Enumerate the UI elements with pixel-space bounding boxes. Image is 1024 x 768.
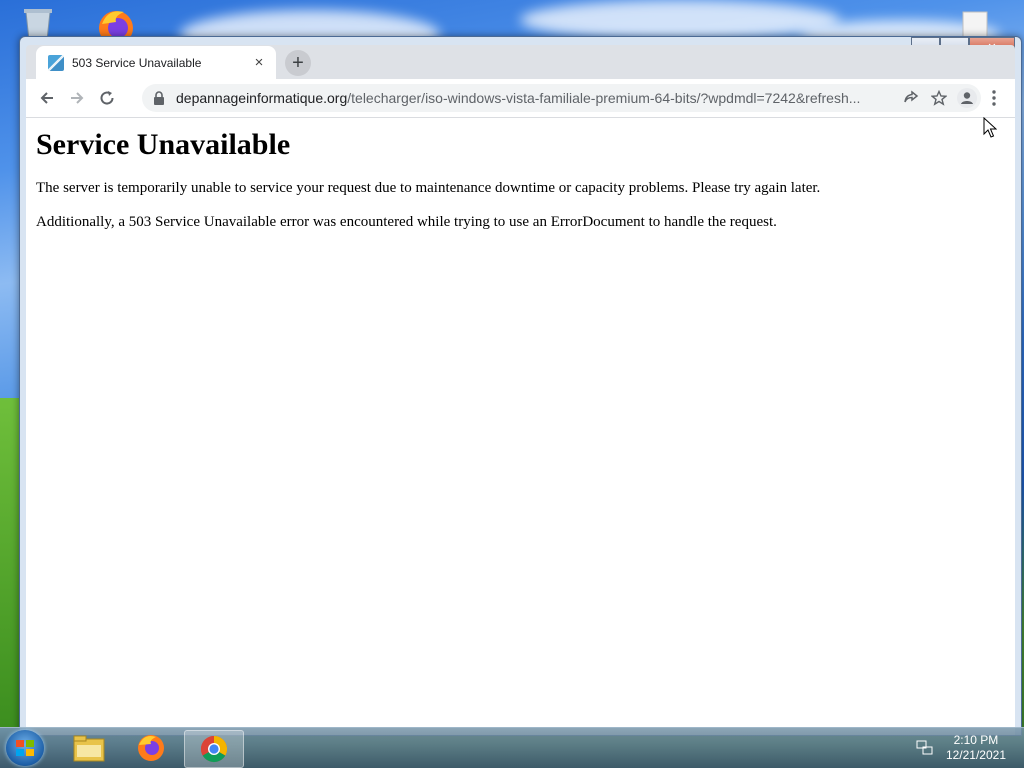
star-icon[interactable]	[925, 84, 953, 112]
profile-icon[interactable]	[953, 84, 981, 112]
error-paragraph-2: Additionally, a 503 Service Unavailable …	[36, 214, 777, 230]
clock-date: 12/21/2021	[945, 748, 1006, 762]
windows-logo-icon	[16, 740, 34, 756]
folder-icon	[73, 735, 105, 762]
taskbar-file-explorer[interactable]	[60, 730, 118, 766]
page-content: Service Unavailable The server is tempor…	[26, 118, 1015, 735]
clock-time: 2:10 PM	[953, 733, 999, 747]
browser-toolbar: depannageinformatique.org/telecharger/is…	[26, 79, 1015, 118]
tab-active[interactable]: 503 Service Unavailable ×	[36, 46, 276, 79]
url-text[interactable]: depannageinformatique.org/telecharger/is…	[176, 90, 897, 106]
taskbar: 2:10 PM 12/21/2021	[0, 727, 1024, 768]
favicon-icon	[48, 54, 64, 71]
mouse-cursor-icon	[983, 116, 998, 144]
menu-icon	[992, 90, 996, 106]
start-button[interactable]	[6, 730, 44, 766]
tab-close-icon[interactable]: ×	[250, 54, 268, 72]
tab-strip: 503 Service Unavailable × +	[26, 45, 1015, 79]
taskbar-chrome[interactable]	[184, 730, 244, 768]
chrome-icon	[200, 735, 228, 763]
clock[interactable]: 2:10 PM 12/21/2021	[946, 733, 1006, 763]
share-icon[interactable]	[897, 84, 925, 112]
cloud-decoration	[520, 0, 840, 40]
lock-icon[interactable]	[152, 91, 166, 105]
forward-button[interactable]	[62, 83, 92, 113]
chrome-window: — ▫ ✕ 503 Service Unavailable × + depann…	[19, 36, 1022, 736]
address-bar[interactable]: depannageinformatique.org/telecharger/is…	[142, 84, 981, 112]
back-icon	[40, 92, 53, 104]
forward-icon	[71, 92, 84, 104]
back-button[interactable]	[32, 83, 62, 113]
new-tab-button[interactable]: +	[285, 50, 311, 76]
url-path: /telecharger/iso-windows-vista-familiale…	[347, 90, 861, 106]
menu-button[interactable]	[979, 83, 1009, 113]
tab-title: 503 Service Unavailable	[72, 55, 202, 70]
reload-button[interactable]	[92, 83, 122, 113]
page-heading: Service Unavailable	[36, 128, 291, 161]
network-icon[interactable]	[916, 740, 934, 756]
reload-icon	[100, 91, 114, 105]
url-domain: depannageinformatique.org	[176, 90, 348, 106]
taskbar-firefox[interactable]	[122, 730, 180, 766]
firefox-icon	[138, 735, 164, 761]
system-tray: 2:10 PM 12/21/2021	[916, 728, 1024, 768]
error-paragraph-1: The server is temporarily unable to serv…	[36, 180, 821, 196]
